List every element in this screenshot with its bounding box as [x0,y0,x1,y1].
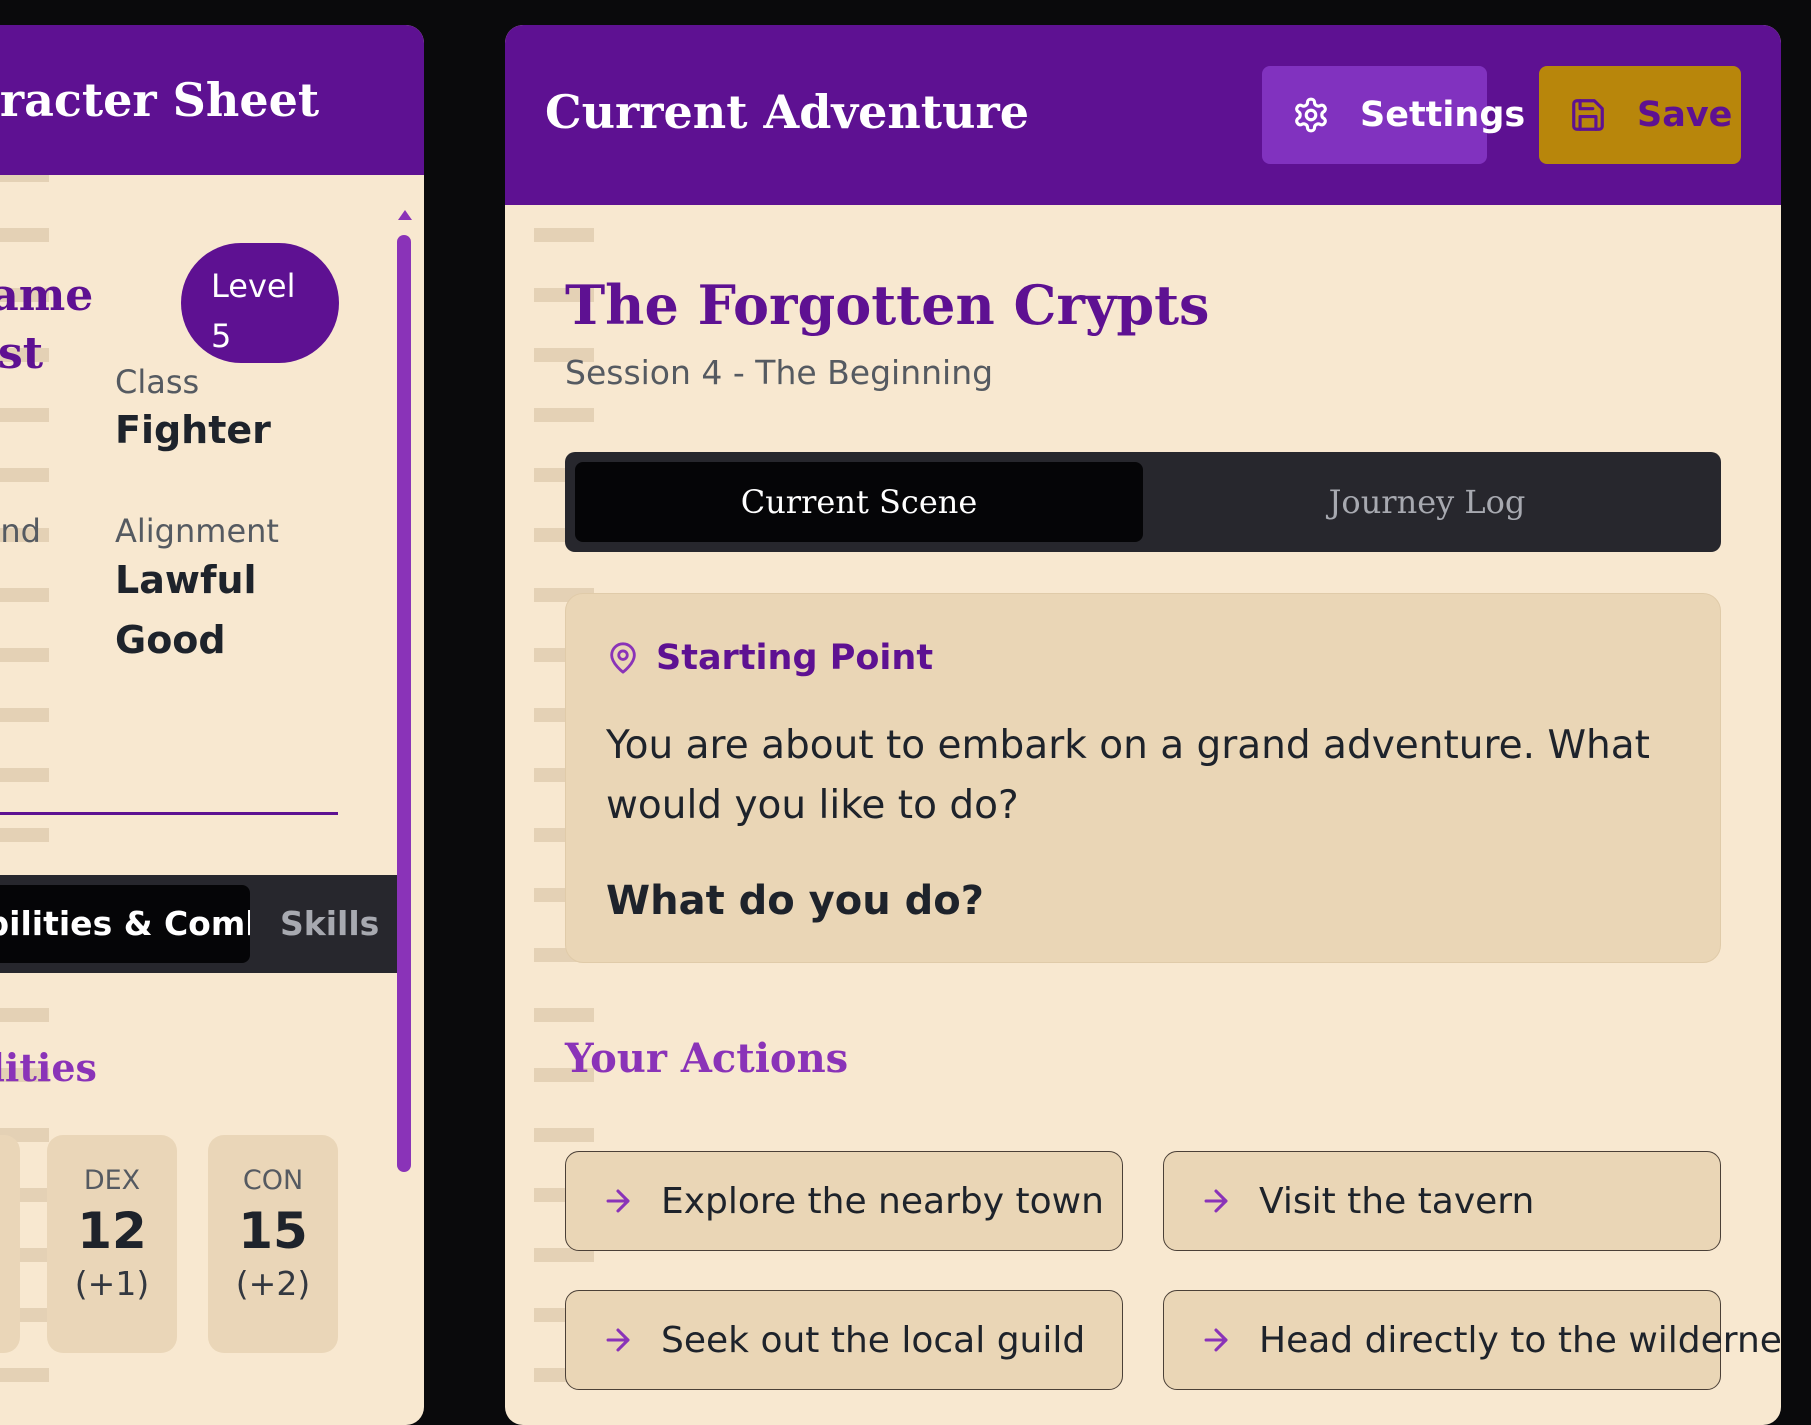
background-label: Background [0,512,41,550]
stat-card-con: CON 15 (+2) [208,1135,338,1353]
abilities-section-title: Abilities [0,1045,97,1090]
stat-card-dex: DEX 12 (+1) [47,1135,177,1353]
save-icon [1572,99,1604,131]
scene-heading-text: Starting Point [656,638,934,678]
stat-modifier: (+1) [74,1264,150,1303]
tab-journey-log[interactable]: Journey Log [1143,462,1711,542]
adventure-body: The Forgotten Crypts Session 4 - The Beg… [505,205,1781,1425]
arrow-right-icon [1204,1189,1228,1213]
save-button[interactable]: Save [1539,66,1741,164]
class-value: Fighter [115,408,271,452]
action-label: Seek out the local guild [661,1319,1086,1361]
arrow-right-icon [606,1189,630,1213]
character-name: Name Fist [0,270,94,379]
stat-value: 15 [238,1202,308,1260]
alignment-label: Alignment [115,512,279,550]
character-sheet-header: Character Sheet [0,25,424,175]
level-value: 5 [211,317,232,355]
character-sheet-panel: Character Sheet Name Fist Level 5 Class … [0,25,424,1425]
scrollbar[interactable] [397,210,412,1410]
adventure-title: The Forgotten Crypts [565,273,1210,337]
tab-current-scene[interactable]: Current Scene [575,462,1143,542]
adventure-panel: Current Adventure Settings Save The Forg… [505,25,1781,1425]
stat-modifier: (+2) [235,1264,311,1303]
action-seek-guild-button[interactable]: Seek out the local guild [565,1290,1123,1390]
stat-card-str [0,1135,20,1353]
actions-title: Your Actions [565,1035,849,1082]
section-divider [0,812,338,815]
scrollbar-thumb[interactable] [397,235,411,1172]
scene-heading: Starting Point [606,638,933,678]
alignment-value: Lawful Good [115,558,257,662]
stat-value: 12 [77,1202,147,1260]
character-tabs: Abilities & Combat Skills [0,875,399,973]
action-label: Explore the nearby town [661,1180,1104,1222]
character-sheet-title: Character Sheet [0,73,320,127]
level-label: Level [211,267,296,305]
arrow-right-icon [606,1328,630,1352]
action-explore-town-button[interactable]: Explore the nearby town [565,1151,1123,1251]
stat-label: CON [242,1165,304,1196]
adventure-subtitle: Session 4 - The Beginning [565,353,994,392]
tab-skills[interactable]: Skills [280,885,379,963]
save-label: Save [1637,95,1733,135]
action-label: Visit the tavern [1259,1180,1535,1222]
map-pin-icon [610,642,636,674]
tab-abilities-combat[interactable]: Abilities & Combat [0,885,250,963]
action-wilderness-button[interactable]: Head directly to the wilderness [1163,1290,1781,1390]
scene-question: What do you do? [606,878,984,924]
stat-label: DEX [83,1165,141,1196]
adventure-header-title: Current Adventure [545,85,1029,139]
adventure-header: Current Adventure Settings Save [505,25,1781,205]
scene-description: You are about to embark on a grand adven… [606,723,1650,828]
scene-card: Starting Point You are about to embark o… [565,593,1721,963]
settings-button[interactable]: Settings [1262,66,1525,164]
arrow-right-icon [1204,1328,1228,1352]
gear-icon [1295,97,1327,133]
action-label: Head directly to the wilderness [1259,1319,1781,1361]
character-sheet-body: Name Fist Level 5 Class Fighter Backgrou… [0,175,424,1425]
adventure-tabs: Current Scene Journey Log [565,452,1721,552]
class-label: Class [115,363,200,401]
level-badge: Level 5 [181,243,339,363]
action-visit-tavern-button[interactable]: Visit the tavern [1163,1151,1721,1251]
scroll-up-arrow-icon[interactable] [398,210,412,220]
settings-label: Settings [1360,95,1526,135]
